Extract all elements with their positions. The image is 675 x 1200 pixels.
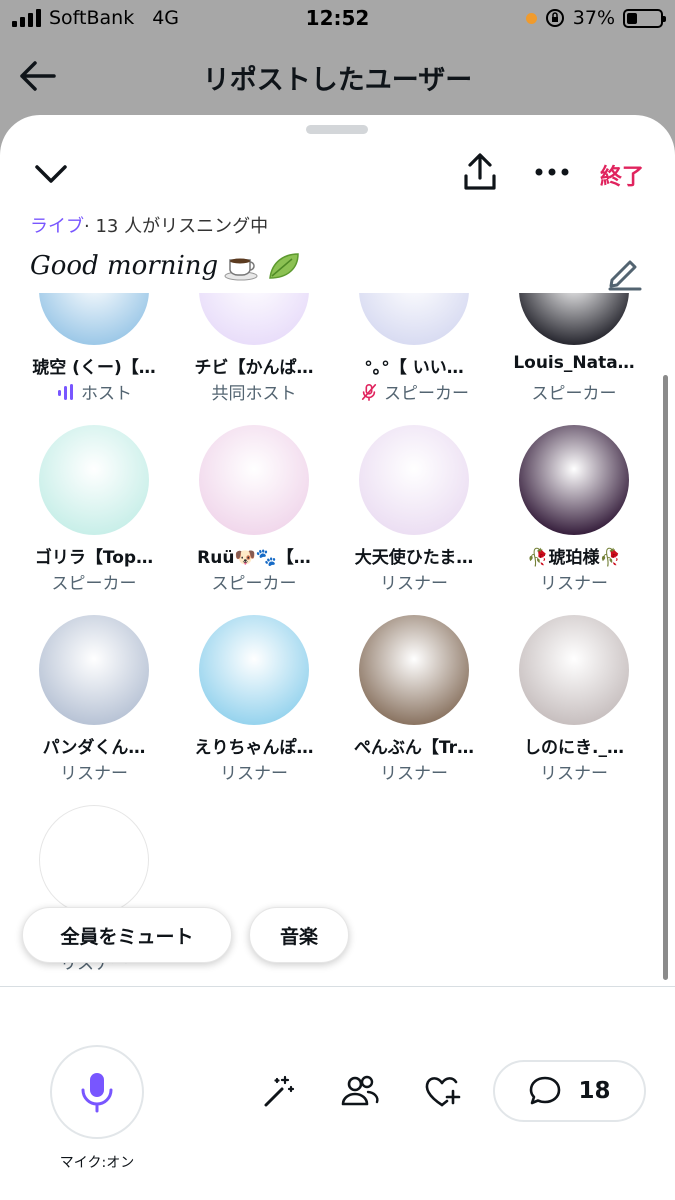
participant-role: ホスト [14, 379, 174, 404]
participant-name: えりちゃんぽ… [194, 738, 314, 758]
participant-name: Ruü🐶🐾【… [197, 548, 311, 568]
role-label: スピーカー [211, 574, 297, 594]
mute-all-button[interactable]: 全員をミュート [22, 907, 232, 963]
mic-button[interactable] [50, 1045, 144, 1139]
battery-icon [623, 8, 666, 28]
participant-role: リスナー [494, 569, 654, 594]
role-label: リスナー [60, 764, 128, 784]
participant-tile[interactable]: ぺんぶん【Tr… リスナー [334, 615, 494, 805]
role-label: 共同ホスト [211, 384, 297, 404]
avatar[interactable] [359, 615, 469, 725]
role-label: ホスト [81, 384, 132, 404]
participant-name: パンダくん… [42, 738, 146, 758]
participant-role: リスナー [494, 759, 654, 784]
battery-percent: 37% [572, 7, 615, 29]
comments-button[interactable]: 18 [493, 1060, 646, 1122]
live-label: ライブ [30, 216, 84, 237]
comment-icon [530, 1076, 561, 1105]
avatar[interactable] [359, 425, 469, 535]
participant-tile[interactable]: 大天使ひたま… リスナー [334, 425, 494, 615]
sheet-toolbar: 終了 [0, 145, 675, 205]
space-title-text: Good morning [30, 251, 219, 281]
scrollbar[interactable] [663, 375, 668, 980]
participant-role: スピーカー [494, 379, 654, 404]
participant-tile[interactable]: えりちゃんぽ… リスナー [174, 615, 334, 805]
live-status: ライブ· 13 人がリスニング中 [30, 212, 268, 238]
orientation-lock-icon [545, 9, 564, 27]
avatar[interactable] [199, 293, 309, 345]
speaking-bars-icon [58, 383, 73, 400]
app-header: リポストしたユーザー [0, 48, 675, 104]
role-label: スピーカー [384, 384, 469, 404]
participant-name: チビ【かんぱ… [194, 358, 314, 378]
participant-role: リスナー [334, 569, 494, 594]
participant-role: スピーカー [14, 569, 174, 594]
participant-name: しのにき._… [524, 738, 624, 758]
participant-name: 琥空 (くー)【… [32, 358, 156, 378]
avatar[interactable] [39, 293, 149, 345]
coffee-icon [224, 258, 258, 281]
bottom-divider [0, 986, 675, 987]
participant-role: スピーカー [174, 569, 334, 594]
avatar[interactable] [519, 293, 629, 345]
participant-tile[interactable]: ゴリラ【Top… スピーカー [14, 425, 174, 615]
participant-tile[interactable]: 🥀琥珀様🥀 リスナー [494, 425, 654, 615]
participant-name: 🥀琥珀様🥀 [527, 548, 621, 568]
mic-status-label: マイク:オン [59, 1155, 135, 1171]
leaf-icon [269, 253, 299, 279]
participant-role: 共同ホスト [174, 379, 334, 404]
magic-wand-icon[interactable] [258, 1071, 298, 1111]
participant-name: 大天使ひたま… [354, 548, 474, 568]
role-label: リスナー [380, 764, 448, 784]
participant-tile[interactable]: °｡°【 いい… スピーカー [334, 293, 494, 425]
space-title: Good morning [30, 250, 302, 282]
participant-role: リスナー [14, 759, 174, 784]
participant-name: ゴリラ【Top… [34, 548, 154, 568]
more-icon[interactable] [530, 157, 574, 187]
participant-tile[interactable]: Louis_Nata… スピーカー [494, 293, 654, 425]
role-label: スピーカー [531, 384, 617, 404]
role-label: リスナー [220, 764, 288, 784]
people-icon[interactable] [340, 1071, 380, 1111]
avatar[interactable] [519, 615, 629, 725]
mic-muted-icon [361, 383, 377, 401]
participant-grid: 琥空 (くー)【… ホスト チビ【かんぱ… 共同ホスト °｡°【 いい… スピーカー Lou… [0, 293, 660, 983]
participant-name: Louis_Nata… [513, 353, 635, 373]
role-label: リスナー [540, 574, 608, 594]
listener-count: · 13 人がリスニング中 [84, 216, 269, 237]
participant-tile[interactable]: Ruü🐶🐾【… スピーカー [174, 425, 334, 615]
chevron-down-icon[interactable] [30, 155, 72, 191]
participant-name: °｡°【 いい… [364, 358, 464, 378]
participant-tile[interactable]: チビ【かんぱ… 共同ホスト [174, 293, 334, 425]
end-space-button[interactable]: 終了 [600, 159, 644, 191]
music-button[interactable]: 音楽 [249, 907, 349, 963]
space-sheet: 終了 ライブ· 13 人がリスニング中 Good morning 琥空 (くー)… [0, 115, 675, 1200]
participant-role: リスナー [334, 759, 494, 784]
avatar[interactable] [39, 805, 149, 915]
participant-tile[interactable]: 琥空 (くー)【… ホスト [14, 293, 174, 425]
avatar[interactable] [359, 293, 469, 345]
status-bar: SoftBank 4G 12:52 37% [0, 0, 675, 38]
microphone-icon [81, 1073, 113, 1113]
avatar[interactable] [39, 425, 149, 535]
mic-in-use-indicator [525, 12, 537, 24]
participant-tile[interactable]: パンダくん… リスナー [14, 615, 174, 805]
participant-role: スピーカー [334, 379, 494, 404]
edit-icon[interactable] [604, 252, 644, 292]
participant-tile[interactable]: しのにき._… リスナー [494, 615, 654, 805]
avatar[interactable] [199, 425, 309, 535]
participant-name: ぺんぶん【Tr… [353, 738, 475, 758]
comment-count: 18 [578, 1078, 611, 1104]
avatar[interactable] [39, 615, 149, 725]
avatar[interactable] [199, 615, 309, 725]
role-label: スピーカー [51, 574, 137, 594]
role-label: リスナー [380, 574, 448, 594]
page-title: リポストしたユーザー [202, 65, 473, 96]
sheet-grabber[interactable] [306, 125, 368, 134]
heart-plus-icon[interactable] [422, 1071, 462, 1111]
avatar[interactable] [519, 425, 629, 535]
participant-role: リスナー [174, 759, 334, 784]
role-label: リスナー [540, 764, 608, 784]
share-icon[interactable] [458, 150, 502, 194]
